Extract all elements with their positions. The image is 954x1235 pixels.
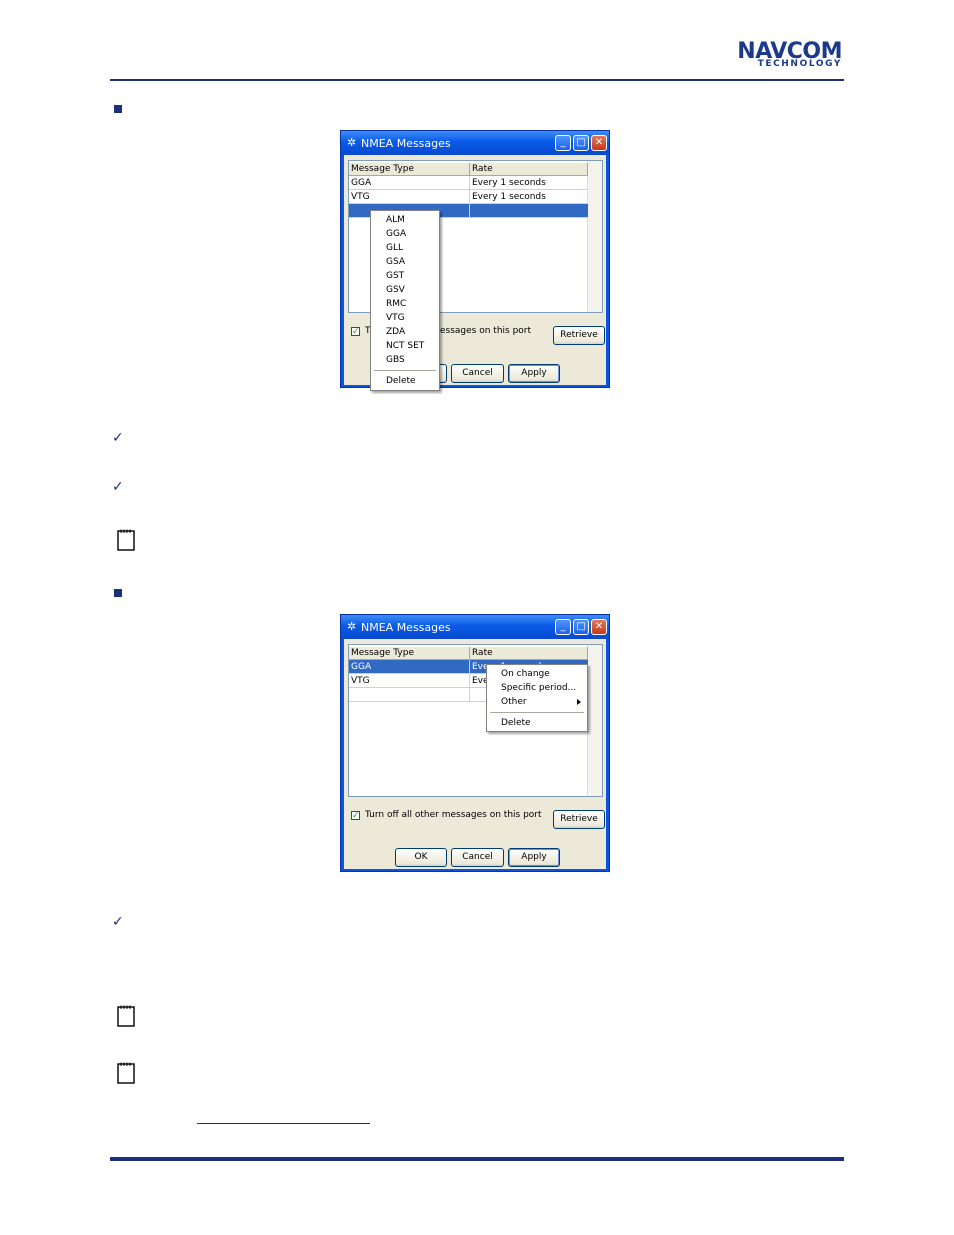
title-bar: ✲ NMEA Messages _ □ ✕	[341, 131, 609, 155]
message-type-menu: ALM GGA GLL GSA GST GSV RMC VTG ZDA NCT …	[370, 210, 440, 391]
maximize-icon[interactable]: □	[573, 135, 589, 151]
square-bullet-icon	[114, 589, 122, 597]
app-icon: ✲	[347, 621, 357, 633]
menu-item-other[interactable]: Other	[501, 695, 527, 709]
table-row-type-selected[interactable]: GGA	[349, 660, 470, 674]
menu-item-on-change[interactable]: On change	[501, 667, 550, 681]
menu-item-nct-set[interactable]: NCT SET	[386, 339, 424, 353]
turn-off-others-checkbox[interactable]: ✓	[351, 811, 360, 821]
checkbox-label: Turn off all other messages on this port	[365, 810, 542, 820]
list-scroll-area	[587, 161, 602, 312]
menu-item-rmc[interactable]: RMC	[386, 297, 406, 311]
menu-item-gga[interactable]: GGA	[386, 227, 406, 241]
menu-item-gsv[interactable]: GSV	[386, 283, 405, 297]
table-row-rate[interactable]: Every 1 seconds	[470, 176, 588, 190]
hyperlink-underline[interactable]	[197, 1123, 370, 1124]
menu-item-vtg[interactable]: VTG	[386, 311, 405, 325]
table-row-rate-selected[interactable]	[470, 204, 588, 218]
menu-separator	[490, 712, 584, 713]
menu-item-gsa[interactable]: GSA	[386, 255, 405, 269]
table-row-type[interactable]	[349, 688, 470, 702]
table-row-type[interactable]: VTG	[349, 190, 470, 204]
column-header-message-type[interactable]: Message Type	[349, 647, 470, 660]
checkbox-label-end: essages on this port	[440, 326, 532, 336]
table-row-type[interactable]: GGA	[349, 176, 470, 190]
menu-item-gbs[interactable]: GBS	[386, 353, 405, 367]
app-icon: ✲	[347, 137, 357, 149]
menu-item-gst[interactable]: GST	[386, 269, 404, 283]
menu-item-delete[interactable]: Delete	[386, 374, 416, 388]
table-row-rate[interactable]: Every 1 seconds	[470, 190, 588, 204]
navcom-logo-subtitle: TECHNOLOGY	[757, 59, 842, 69]
title-bar: ✲ NMEA Messages _ □ ✕	[341, 615, 609, 639]
close-icon[interactable]: ✕	[591, 135, 607, 151]
menu-separator	[374, 370, 436, 371]
menu-item-delete[interactable]: Delete	[501, 716, 531, 730]
rate-context-menu: On change Specific period... Other Delet…	[486, 664, 588, 732]
minimize-icon[interactable]: _	[555, 135, 571, 151]
dialog-title: NMEA Messages	[361, 137, 451, 150]
apply-button[interactable]: Apply	[508, 848, 560, 867]
menu-item-alm[interactable]: ALM	[386, 213, 405, 227]
minimize-icon[interactable]: _	[555, 619, 571, 635]
menu-item-zda[interactable]: ZDA	[386, 325, 405, 339]
retrieve-button[interactable]: Retrieve	[553, 810, 605, 829]
menu-item-specific-period[interactable]: Specific period...	[501, 681, 576, 695]
turn-off-others-checkbox[interactable]: ✓	[351, 327, 360, 337]
column-header-rate[interactable]: Rate	[470, 163, 588, 176]
menu-item-gll[interactable]: GLL	[386, 241, 403, 255]
header-rule	[110, 79, 844, 81]
dialog-title: NMEA Messages	[361, 621, 451, 634]
square-bullet-icon	[114, 105, 122, 113]
list-scroll-area	[587, 645, 602, 796]
apply-button[interactable]: Apply	[508, 364, 560, 383]
close-icon[interactable]: ✕	[591, 619, 607, 635]
maximize-icon[interactable]: □	[573, 619, 589, 635]
submenu-arrow-icon	[577, 699, 581, 705]
retrieve-button[interactable]: Retrieve	[553, 326, 605, 345]
column-header-rate[interactable]: Rate	[470, 647, 588, 660]
table-row-type[interactable]: VTG	[349, 674, 470, 688]
checkmark-icon: ✓	[112, 430, 124, 446]
checkmark-icon: ✓	[112, 479, 124, 495]
column-header-message-type[interactable]: Message Type	[349, 163, 470, 176]
cancel-button[interactable]: Cancel	[451, 364, 504, 383]
ok-button[interactable]: OK	[395, 848, 447, 867]
nmea-messages-dialog-2: ✲ NMEA Messages _ □ ✕ Message Type Rate …	[340, 614, 610, 872]
notepad-icon	[117, 529, 135, 551]
footer-rule	[110, 1157, 844, 1161]
notepad-icon	[117, 1005, 135, 1027]
cancel-button[interactable]: Cancel	[451, 848, 504, 867]
checkmark-icon: ✓	[112, 914, 124, 930]
notepad-icon	[117, 1062, 135, 1084]
